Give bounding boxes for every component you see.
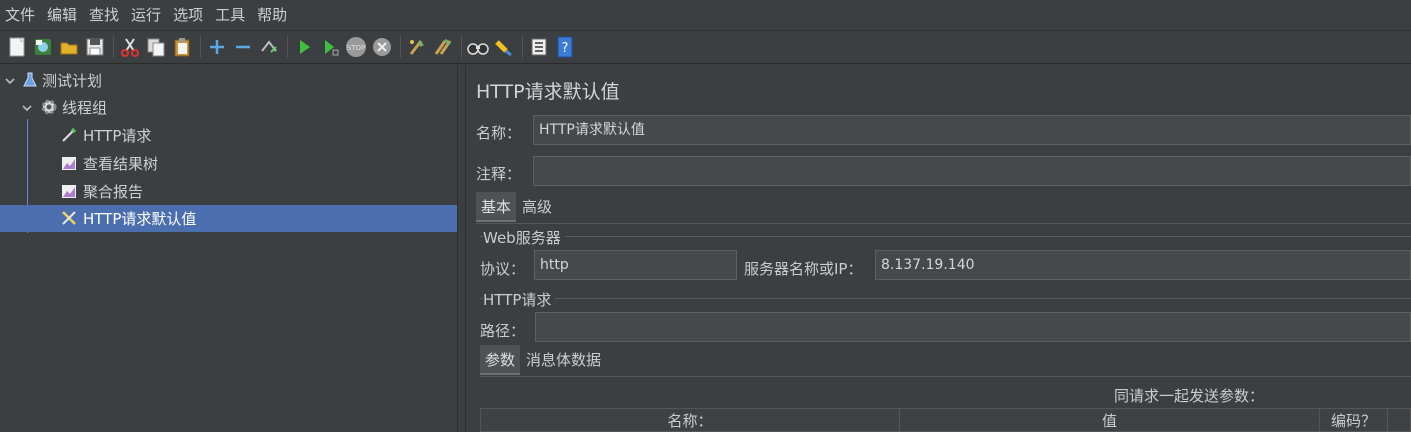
- collapse-icon[interactable]: [232, 36, 254, 58]
- comment-label: 注释：: [476, 165, 522, 183]
- menu-tools[interactable]: 工具: [210, 0, 252, 31]
- tree-item-label: 聚合报告: [83, 183, 144, 201]
- reset-search-icon[interactable]: [493, 36, 515, 58]
- toolbar-separator: [113, 36, 114, 58]
- comment-field[interactable]: [533, 156, 1411, 186]
- tree-item-label: 查看结果树: [83, 155, 159, 173]
- toolbar-separator: [461, 36, 462, 58]
- menu-file[interactable]: 文件: [0, 0, 42, 31]
- column-header-encode[interactable]: 编码？: [1320, 409, 1388, 432]
- tree-item-label: HTTP请求: [83, 127, 152, 145]
- tab-advanced[interactable]: 高级: [517, 192, 557, 222]
- chart-icon: [62, 185, 76, 198]
- test-plan-tree: 测试计划 线程组 HTTP请求 查看结果树 聚合报告 HTTP请求默认值: [0, 65, 457, 432]
- web-server-group-title: Web服务器: [483, 227, 565, 248]
- shutdown-icon[interactable]: [371, 36, 393, 58]
- function-helper-icon[interactable]: [528, 36, 550, 58]
- tree-item-http-defaults[interactable]: HTTP请求默认值: [0, 205, 457, 232]
- params-caption: 同请求一起发送参数：: [1114, 387, 1265, 405]
- menu-options[interactable]: 选项: [168, 0, 210, 31]
- server-field[interactable]: 8.137.19.140: [875, 250, 1411, 280]
- copy-icon[interactable]: [145, 36, 167, 58]
- toolbar-separator: [287, 36, 288, 58]
- svg-text:STOP: STOP: [347, 44, 365, 52]
- tab-body-data[interactable]: 消息体数据: [521, 345, 606, 375]
- chart-icon: [62, 157, 76, 170]
- menu-bar: 文件 编辑 查找 运行 选项 工具 帮助: [0, 0, 1411, 31]
- column-header-extra[interactable]: [1388, 409, 1410, 432]
- clear-icon[interactable]: [406, 36, 428, 58]
- pipette-icon: [62, 127, 77, 142]
- tree-item-http-request[interactable]: HTTP请求: [0, 122, 457, 149]
- svg-text:?: ?: [562, 41, 569, 56]
- name-field[interactable]: HTTP请求默认值: [533, 115, 1411, 145]
- tree-item-test-plan[interactable]: 测试计划: [0, 67, 457, 94]
- menu-edit[interactable]: 编辑: [42, 0, 84, 31]
- tab-parameters[interactable]: 参数: [480, 345, 521, 375]
- params-table-header: 名称： 值 编码？: [480, 408, 1411, 432]
- template-icon[interactable]: [32, 36, 54, 58]
- column-header-name[interactable]: 名称：: [481, 409, 900, 432]
- cut-icon[interactable]: [119, 36, 141, 58]
- toolbar-separator: [522, 36, 523, 58]
- server-label: 服务器名称或IP：: [744, 260, 863, 278]
- toolbar: STOP ?: [0, 31, 1411, 64]
- start-icon[interactable]: [293, 36, 315, 58]
- tab-divider: [480, 376, 1411, 377]
- path-label: 路径：: [480, 322, 526, 340]
- clear-all-icon[interactable]: [432, 36, 454, 58]
- tab-divider: [476, 223, 1411, 224]
- open-icon[interactable]: [58, 36, 80, 58]
- tab-basic[interactable]: 基本: [476, 192, 517, 222]
- menu-help[interactable]: 帮助: [252, 0, 294, 31]
- wrench-icon: [62, 211, 76, 225]
- chevron-down-icon[interactable]: [4, 75, 16, 87]
- protocol-field[interactable]: http: [534, 250, 737, 280]
- save-icon[interactable]: [84, 36, 106, 58]
- gear-icon: [41, 99, 57, 115]
- http-defaults-panel: HTTP请求默认值 名称： HTTP请求默认值 注释： 基本 高级 Web服务器…: [466, 65, 1411, 432]
- group-border: [480, 236, 1411, 237]
- paste-icon[interactable]: [171, 36, 193, 58]
- test-plan-icon: [23, 72, 37, 87]
- start-no-pause-icon[interactable]: [319, 36, 341, 58]
- group-border: [480, 298, 1411, 299]
- search-icon[interactable]: [467, 36, 489, 58]
- path-field[interactable]: [535, 312, 1411, 342]
- tree-item-thread-group[interactable]: 线程组: [0, 94, 457, 121]
- menu-search[interactable]: 查找: [84, 0, 126, 31]
- tree-item-label: 测试计划: [42, 72, 103, 90]
- http-request-group-title: HTTP请求: [483, 289, 556, 310]
- chevron-down-icon[interactable]: [21, 102, 33, 114]
- menu-run[interactable]: 运行: [126, 0, 168, 31]
- toggle-icon[interactable]: [258, 36, 280, 58]
- toolbar-separator: [400, 36, 401, 58]
- help-icon[interactable]: ?: [554, 36, 576, 58]
- stop-icon[interactable]: STOP: [345, 36, 367, 58]
- tree-item-label: 线程组: [62, 99, 108, 117]
- tree-item-aggregate-report[interactable]: 聚合报告: [0, 178, 457, 205]
- split-pane-divider[interactable]: [457, 65, 466, 432]
- new-icon[interactable]: [6, 36, 28, 58]
- tree-item-view-results-tree[interactable]: 查看结果树: [0, 150, 457, 177]
- column-header-value[interactable]: 值: [900, 409, 1320, 432]
- protocol-label: 协议：: [480, 260, 526, 278]
- toolbar-separator: [200, 36, 201, 58]
- page-title: HTTP请求默认值: [476, 81, 620, 103]
- expand-icon[interactable]: [206, 36, 228, 58]
- tree-item-label: HTTP请求默认值: [83, 210, 197, 228]
- name-label: 名称：: [476, 124, 522, 142]
